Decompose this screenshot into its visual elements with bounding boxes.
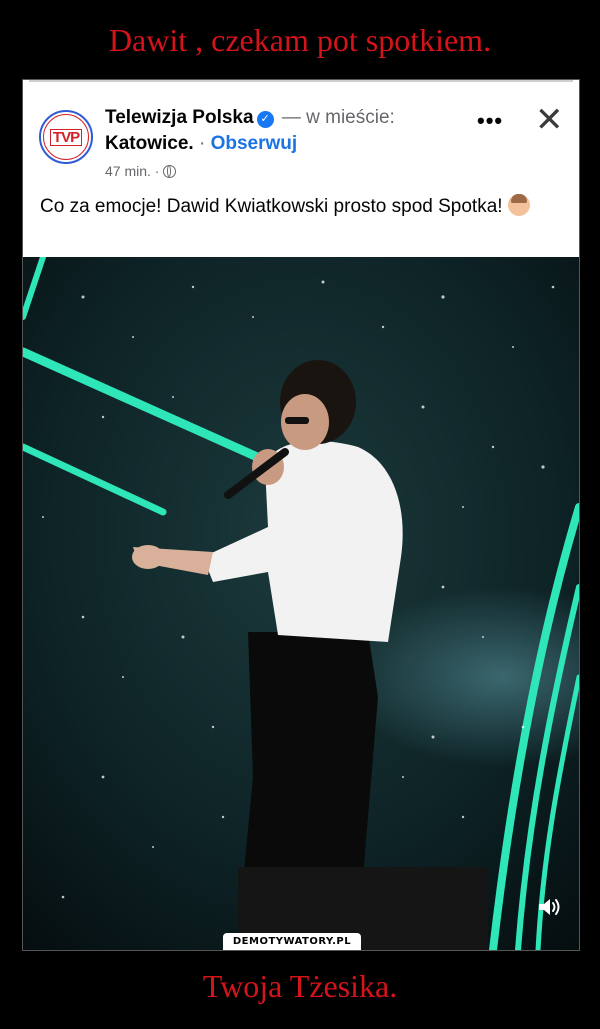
- more-options-button[interactable]: •••: [477, 108, 503, 134]
- page-name[interactable]: Telewizja Polska: [105, 107, 254, 128]
- location-city[interactable]: Katowice.: [105, 133, 194, 154]
- volume-icon[interactable]: [535, 892, 565, 922]
- verified-badge-icon: ✓: [256, 111, 274, 128]
- divider: [29, 80, 573, 82]
- post-text: Co za emocje! Dawid Kwiatkowski prosto s…: [40, 194, 540, 220]
- video-frame: [23, 257, 579, 950]
- location-prefix: — w mieście:: [281, 107, 395, 128]
- video-player[interactable]: DEMOTYWATORY.PL: [23, 257, 579, 950]
- globe-icon: [163, 164, 177, 178]
- bottom-caption: Twoja Tżesika.: [202, 968, 398, 1004]
- follow-button[interactable]: Obserwuj: [211, 133, 298, 154]
- woman-raising-hand-emoji-icon: [507, 194, 530, 216]
- top-caption: Dawit , czekam pot spotkiem.: [108, 22, 492, 58]
- logo-text: TVP: [49, 128, 83, 146]
- page-avatar-tvp-logo[interactable]: TVP: [39, 110, 93, 164]
- post-header-line2: Katowice. · Obserwuj: [105, 133, 297, 155]
- close-button[interactable]: ✕: [535, 100, 564, 140]
- post-meta: 47 min. ·: [105, 163, 177, 179]
- watermark: DEMOTYWATORY.PL: [223, 933, 361, 950]
- post-header: Telewizja Polska ✓ — w mieście:: [105, 107, 395, 129]
- facebook-post: TVP Telewizja Polska ✓ — w mieście: Katow…: [22, 79, 580, 951]
- post-time[interactable]: 47 min. ·: [105, 163, 159, 179]
- post-body: Co za emocje! Dawid Kwiatkowski prosto s…: [40, 196, 503, 217]
- separator: ·: [198, 133, 206, 154]
